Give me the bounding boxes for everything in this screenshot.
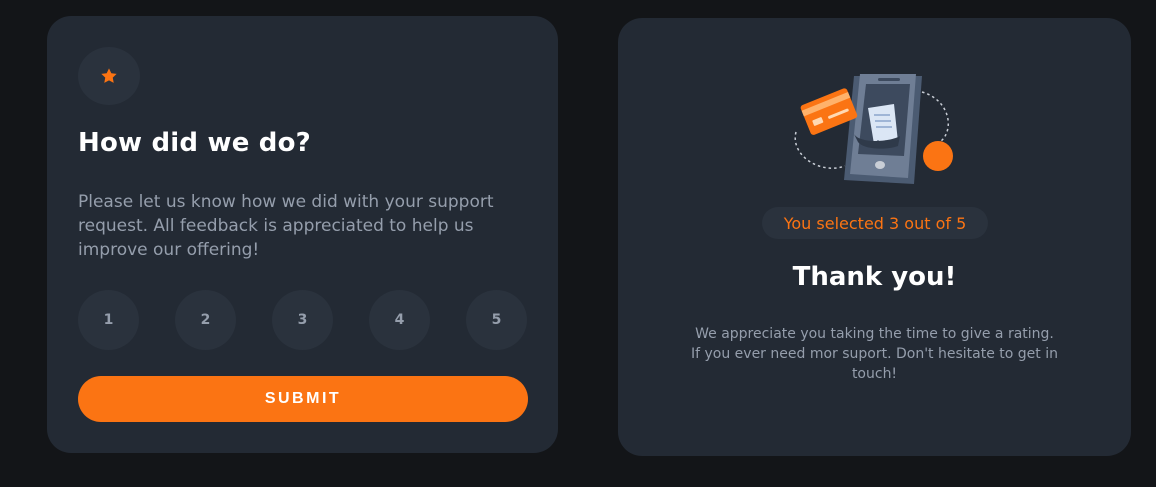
star-icon-circle [78, 47, 140, 105]
rating-title: How did we do? [78, 128, 311, 158]
phone-payment-illustration [794, 74, 953, 184]
rating-button-5[interactable]: 5 [466, 290, 527, 350]
rating-button-4[interactable]: 4 [369, 290, 430, 350]
star-icon [101, 68, 117, 83]
selected-rating-badge: You selected 3 out of 5 [762, 207, 988, 239]
submit-button[interactable]: SUBMIT [78, 376, 528, 422]
rating-button-1[interactable]: 1 [78, 290, 139, 350]
rating-button-3[interactable]: 3 [272, 290, 333, 350]
rating-options: 1 2 3 4 5 [78, 290, 528, 350]
thank-you-title: Thank you! [792, 262, 957, 292]
rating-card: How did we do? Please let us know how we… [47, 16, 558, 453]
thank-you-card: You selected 3 out of 5 Thank you! We ap… [618, 18, 1131, 456]
thank-you-description: We appreciate you taking the time to giv… [690, 326, 1058, 382]
rating-button-2[interactable]: 2 [175, 290, 236, 350]
rating-description: Please let us know how we did with your … [78, 192, 494, 260]
